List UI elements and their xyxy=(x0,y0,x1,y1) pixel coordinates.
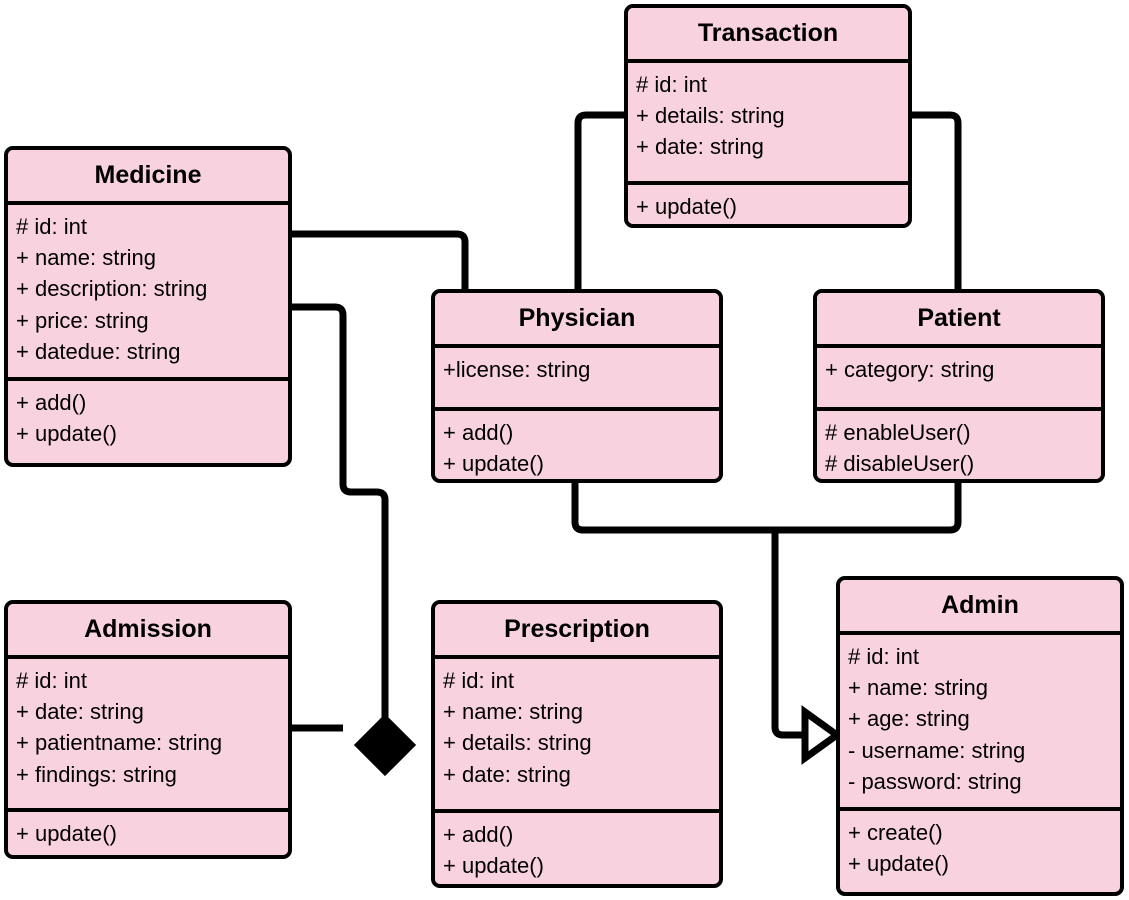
class-title-admission: Admission xyxy=(8,604,288,659)
method: + update() xyxy=(848,851,949,877)
attribute: + date: string xyxy=(636,134,764,160)
method: + update() xyxy=(443,853,544,879)
attribute: + datedue: string xyxy=(16,338,181,364)
class-methods-patient: # enableUser() # disableUser() xyxy=(817,411,1101,479)
attribute: + date: string xyxy=(16,699,144,725)
attribute: + category: string xyxy=(825,357,995,382)
class-attributes-admission: # id: int + date: string + patientname: … xyxy=(8,659,288,812)
class-attributes-medicine: # id: int + name: string + description: … xyxy=(8,205,288,381)
class-title-medicine: Medicine xyxy=(8,150,288,205)
class-box-admission[interactable]: Admission # id: int + date: string + pat… xyxy=(4,600,292,859)
attribute: - username: string xyxy=(848,737,1026,763)
connector-medicine-prescription xyxy=(292,303,389,745)
attribute: # id: int xyxy=(16,668,87,693)
class-attributes-patient: + category: string xyxy=(817,348,1101,411)
connector-patient-bus xyxy=(775,483,962,534)
attribute: + findings: string xyxy=(16,761,177,787)
class-attributes-admin: # id: int + name: string + age: string -… xyxy=(840,635,1120,811)
connector-medicine-physician xyxy=(292,230,469,289)
method: + add() xyxy=(443,822,514,847)
attribute: + price: string xyxy=(16,307,149,333)
class-methods-transaction: + update() xyxy=(628,185,908,224)
attribute: # id: int xyxy=(848,644,919,669)
class-attributes-prescription: # id: int + name: string + details: stri… xyxy=(435,659,719,813)
method: # disableUser() xyxy=(825,451,975,477)
connector-transaction-patient xyxy=(912,111,962,289)
attribute: + age: string xyxy=(848,706,970,732)
class-box-patient[interactable]: Patient + category: string # enableUser(… xyxy=(813,289,1105,483)
method: + create() xyxy=(848,820,943,845)
attribute: + name: string xyxy=(16,245,157,271)
class-box-prescription[interactable]: Prescription # id: int + name: string + … xyxy=(431,600,723,888)
class-box-admin[interactable]: Admin # id: int + name: string + age: st… xyxy=(836,576,1124,896)
class-attributes-transaction: # id: int + details: string + date: stri… xyxy=(628,63,908,185)
class-box-transaction[interactable]: Transaction # id: int + details: string … xyxy=(624,4,912,228)
class-methods-medicine: + add() + update() xyxy=(8,381,288,458)
attribute: + date: string xyxy=(443,761,571,787)
attribute: # id: int xyxy=(636,72,707,97)
class-methods-admission: + update() xyxy=(8,812,288,855)
attribute: +license: string xyxy=(443,357,591,382)
attribute: # id: int xyxy=(443,668,514,693)
class-title-transaction: Transaction xyxy=(628,8,908,63)
method: + update() xyxy=(443,451,544,477)
class-attributes-physician: +license: string xyxy=(435,348,719,411)
connector-physician-bus xyxy=(571,483,775,534)
connector-transaction-physician xyxy=(574,111,624,289)
class-title-physician: Physician xyxy=(435,293,719,348)
method: + add() xyxy=(16,390,87,415)
uml-diagram-canvas: Transaction # id: int + details: string … xyxy=(0,0,1129,900)
class-box-medicine[interactable]: Medicine # id: int + name: string + desc… xyxy=(4,146,292,467)
class-title-patient: Patient xyxy=(817,293,1101,348)
class-title-admin: Admin xyxy=(840,580,1120,635)
attribute: + details: string xyxy=(636,103,785,129)
class-methods-prescription: + add() + update() xyxy=(435,813,719,884)
class-title-prescription: Prescription xyxy=(435,604,719,659)
connector-bus-admin xyxy=(771,530,805,739)
attribute: - password: string xyxy=(848,768,1022,794)
class-methods-physician: + add() + update() xyxy=(435,411,719,479)
attribute: + name: string xyxy=(443,699,584,725)
attribute: + details: string xyxy=(443,730,592,756)
attribute: + patientname: string xyxy=(16,730,223,756)
method: + add() xyxy=(443,420,514,445)
method: + update() xyxy=(16,421,117,447)
class-box-physician[interactable]: Physician +license: string + add() + upd… xyxy=(431,289,723,483)
class-methods-admin: + create() + update() xyxy=(840,811,1120,888)
attribute: + name: string xyxy=(848,675,989,701)
generalization-triangle-marker xyxy=(801,705,843,765)
method: + update() xyxy=(16,821,117,846)
method: # enableUser() xyxy=(825,420,971,445)
attribute: + description: string xyxy=(16,276,208,302)
composition-diamond-marker xyxy=(353,713,417,777)
attribute: # id: int xyxy=(16,214,87,239)
method: + update() xyxy=(636,194,737,219)
